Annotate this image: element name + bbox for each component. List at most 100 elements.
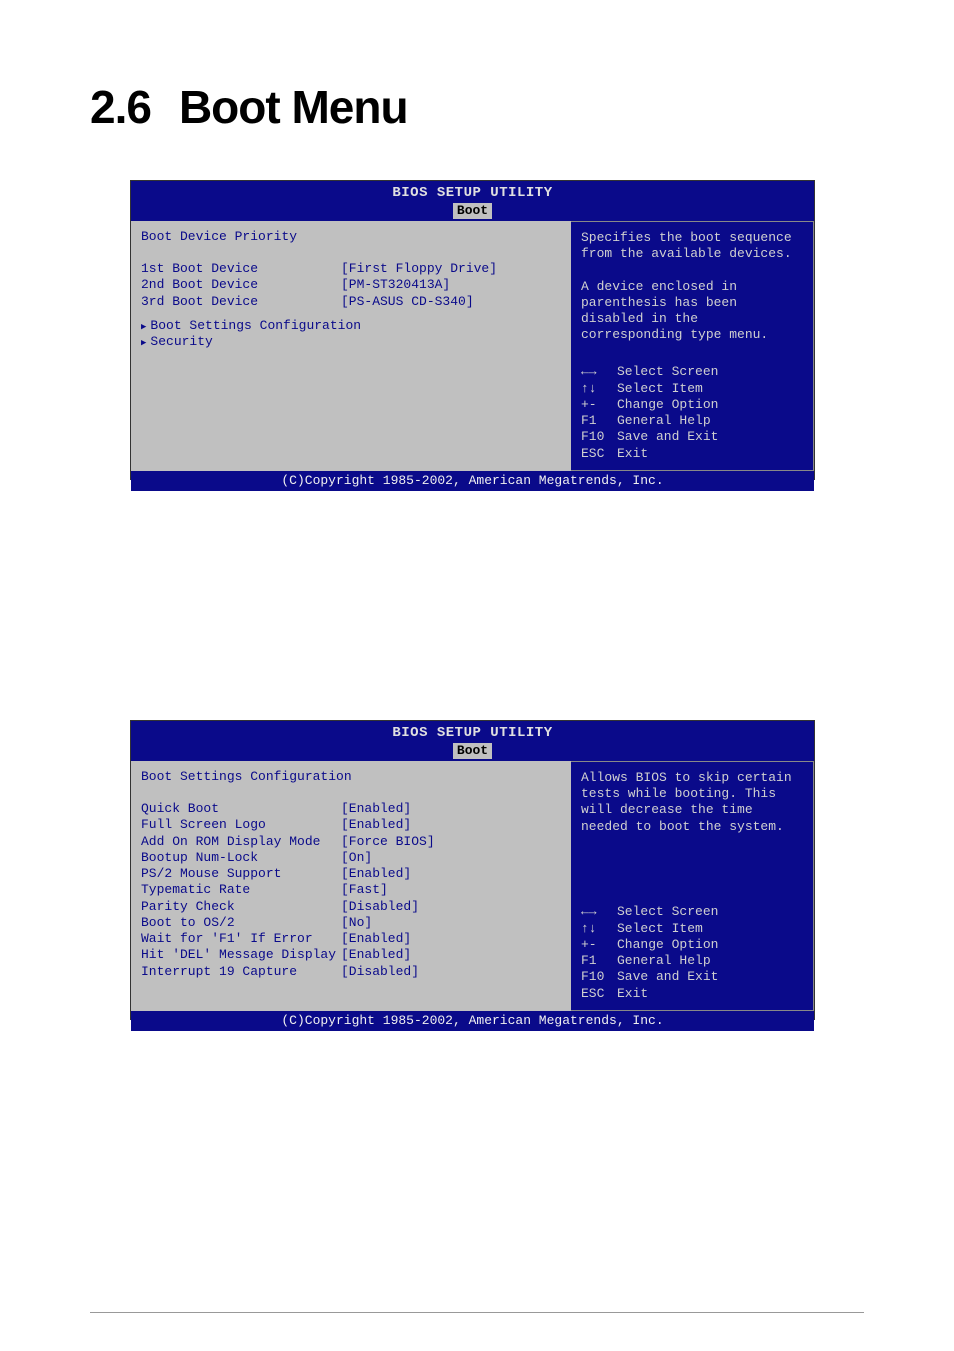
page-footer-rule xyxy=(90,1312,864,1313)
bios-nav-row: ↑↓Select Item xyxy=(581,921,803,937)
nav-desc: Select Item xyxy=(617,921,703,937)
bios-item-label: Wait for 'F1' If Error xyxy=(141,931,341,947)
bios-submenu-item: Security xyxy=(141,334,561,350)
bios-nav-row: +-Change Option xyxy=(581,397,803,413)
bios-footer: (C)Copyright 1985-2002, American Megatre… xyxy=(131,471,814,491)
nav-key: ESC xyxy=(581,986,617,1002)
bios-item-row: Add On ROM Display Mode[Force BIOS] xyxy=(141,834,561,850)
bios-item-row: Boot to OS/2[No] xyxy=(141,915,561,931)
bios-screenshot-boot-settings: BIOS SETUP UTILITY Boot Boot Settings Co… xyxy=(130,720,815,1020)
bios-item-row: Interrupt 19 Capture[Disabled] xyxy=(141,964,561,980)
nav-key: ↑↓ xyxy=(581,381,617,397)
nav-desc: Select Screen xyxy=(617,364,718,380)
bios-nav-row: ↑↓Select Item xyxy=(581,381,803,397)
nav-desc: Select Screen xyxy=(617,904,718,920)
bios-item-row: Bootup Num-Lock[On] xyxy=(141,850,561,866)
bios-item-row: 3rd Boot Device [PS-ASUS CD-S340] xyxy=(141,294,561,310)
bios-item-value: [On] xyxy=(341,850,561,866)
bios-nav-row: F1General Help xyxy=(581,953,803,969)
bios-item-label: Boot to OS/2 xyxy=(141,915,341,931)
bios-item-value: [No] xyxy=(341,915,561,931)
bios-item-value: [Enabled] xyxy=(341,866,561,882)
bios-active-tab: Boot xyxy=(453,203,492,219)
bios-item-value: [PS-ASUS CD-S340] xyxy=(341,294,561,310)
nav-desc: Exit xyxy=(617,446,648,462)
bios-item-label: Full Screen Logo xyxy=(141,817,341,833)
bios-item-row: 2nd Boot Device [PM-ST320413A] xyxy=(141,277,561,293)
bios-right-panel: Specifies the boot sequence from the ava… xyxy=(571,221,814,471)
nav-desc: General Help xyxy=(617,953,711,969)
bios-screenshot-boot-priority: BIOS SETUP UTILITY Boot Boot Device Prio… xyxy=(130,180,815,480)
bios-nav-row: ←→Select Screen xyxy=(581,904,803,920)
nav-key: +- xyxy=(581,397,617,413)
bios-item-row: 1st Boot Device [First Floppy Drive] xyxy=(141,261,561,277)
bios-nav-hints: ←→Select Screen ↑↓Select Item +-Change O… xyxy=(581,904,803,1002)
bios-nav-row: ESCExit xyxy=(581,986,803,1002)
bios-body: Boot Settings Configuration Quick Boot[E… xyxy=(131,761,814,1011)
bios-item-label: Interrupt 19 Capture xyxy=(141,964,341,980)
nav-key: F1 xyxy=(581,953,617,969)
nav-key: ↑↓ xyxy=(581,921,617,937)
nav-key: ←→ xyxy=(581,904,617,920)
bios-item-row: Wait for 'F1' If Error[Enabled] xyxy=(141,931,561,947)
bios-item-row: Typematic Rate[Fast] xyxy=(141,882,561,898)
bios-item-value: [Fast] xyxy=(341,882,561,898)
nav-desc: Exit xyxy=(617,986,648,1002)
bios-item-value: [Enabled] xyxy=(341,947,561,963)
bios-item-label: 1st Boot Device xyxy=(141,261,341,277)
bios-section-title: Boot Settings Configuration xyxy=(141,769,561,785)
heading-number: 2.6 xyxy=(90,81,151,133)
bios-item-row: Parity Check[Disabled] xyxy=(141,899,561,915)
bios-item-label: Parity Check xyxy=(141,899,341,915)
nav-desc: Change Option xyxy=(617,397,718,413)
bios-left-panel: Boot Device Priority 1st Boot Device [Fi… xyxy=(131,221,571,471)
bios-nav-row: F10Save and Exit xyxy=(581,969,803,985)
nav-desc: General Help xyxy=(617,413,711,429)
bios-nav-hints: ←→Select Screen ↑↓Select Item +-Change O… xyxy=(581,364,803,462)
bios-item-value: [First Floppy Drive] xyxy=(341,261,561,277)
bios-item-value: [Enabled] xyxy=(341,817,561,833)
bios-title: BIOS SETUP UTILITY xyxy=(131,721,814,743)
bios-item-label: Add On ROM Display Mode xyxy=(141,834,341,850)
bios-submenu-item: Boot Settings Configuration xyxy=(141,318,561,334)
bios-item-label: 2nd Boot Device xyxy=(141,277,341,293)
bios-help-text: Allows BIOS to skip certain tests while … xyxy=(581,770,803,835)
bios-help-text: Specifies the boot sequence from the ava… xyxy=(581,230,803,344)
bios-item-value: [Enabled] xyxy=(341,931,561,947)
bios-item-value: [PM-ST320413A] xyxy=(341,277,561,293)
page-heading: 2.6 Boot Menu xyxy=(90,80,408,134)
nav-key: +- xyxy=(581,937,617,953)
bios-nav-row: ←→Select Screen xyxy=(581,364,803,380)
nav-desc: Select Item xyxy=(617,381,703,397)
bios-nav-row: +-Change Option xyxy=(581,937,803,953)
bios-item-value: [Disabled] xyxy=(341,964,561,980)
bios-right-panel: Allows BIOS to skip certain tests while … xyxy=(571,761,814,1011)
bios-item-value: [Enabled] xyxy=(341,801,561,817)
bios-item-label: Typematic Rate xyxy=(141,882,341,898)
bios-active-tab: Boot xyxy=(453,743,492,759)
bios-nav-row: F10Save and Exit xyxy=(581,429,803,445)
bios-nav-row: F1General Help xyxy=(581,413,803,429)
nav-key: F1 xyxy=(581,413,617,429)
bios-title: BIOS SETUP UTILITY xyxy=(131,181,814,203)
bios-item-row: Hit 'DEL' Message Display[Enabled] xyxy=(141,947,561,963)
bios-tab-row: Boot xyxy=(131,203,814,221)
bios-item-label: Hit 'DEL' Message Display xyxy=(141,947,341,963)
bios-left-panel: Boot Settings Configuration Quick Boot[E… xyxy=(131,761,571,1011)
nav-key: F10 xyxy=(581,969,617,985)
bios-item-label: Quick Boot xyxy=(141,801,341,817)
bios-tab-row: Boot xyxy=(131,743,814,761)
bios-footer: (C)Copyright 1985-2002, American Megatre… xyxy=(131,1011,814,1031)
nav-desc: Change Option xyxy=(617,937,718,953)
heading-text: Boot Menu xyxy=(179,81,408,133)
nav-desc: Save and Exit xyxy=(617,969,718,985)
nav-key: ←→ xyxy=(581,364,617,380)
bios-item-row: Quick Boot[Enabled] xyxy=(141,801,561,817)
nav-key: F10 xyxy=(581,429,617,445)
nav-key: ESC xyxy=(581,446,617,462)
bios-item-value: [Disabled] xyxy=(341,899,561,915)
nav-desc: Save and Exit xyxy=(617,429,718,445)
bios-item-row: PS/2 Mouse Support[Enabled] xyxy=(141,866,561,882)
bios-item-row: Full Screen Logo[Enabled] xyxy=(141,817,561,833)
bios-item-label: 3rd Boot Device xyxy=(141,294,341,310)
